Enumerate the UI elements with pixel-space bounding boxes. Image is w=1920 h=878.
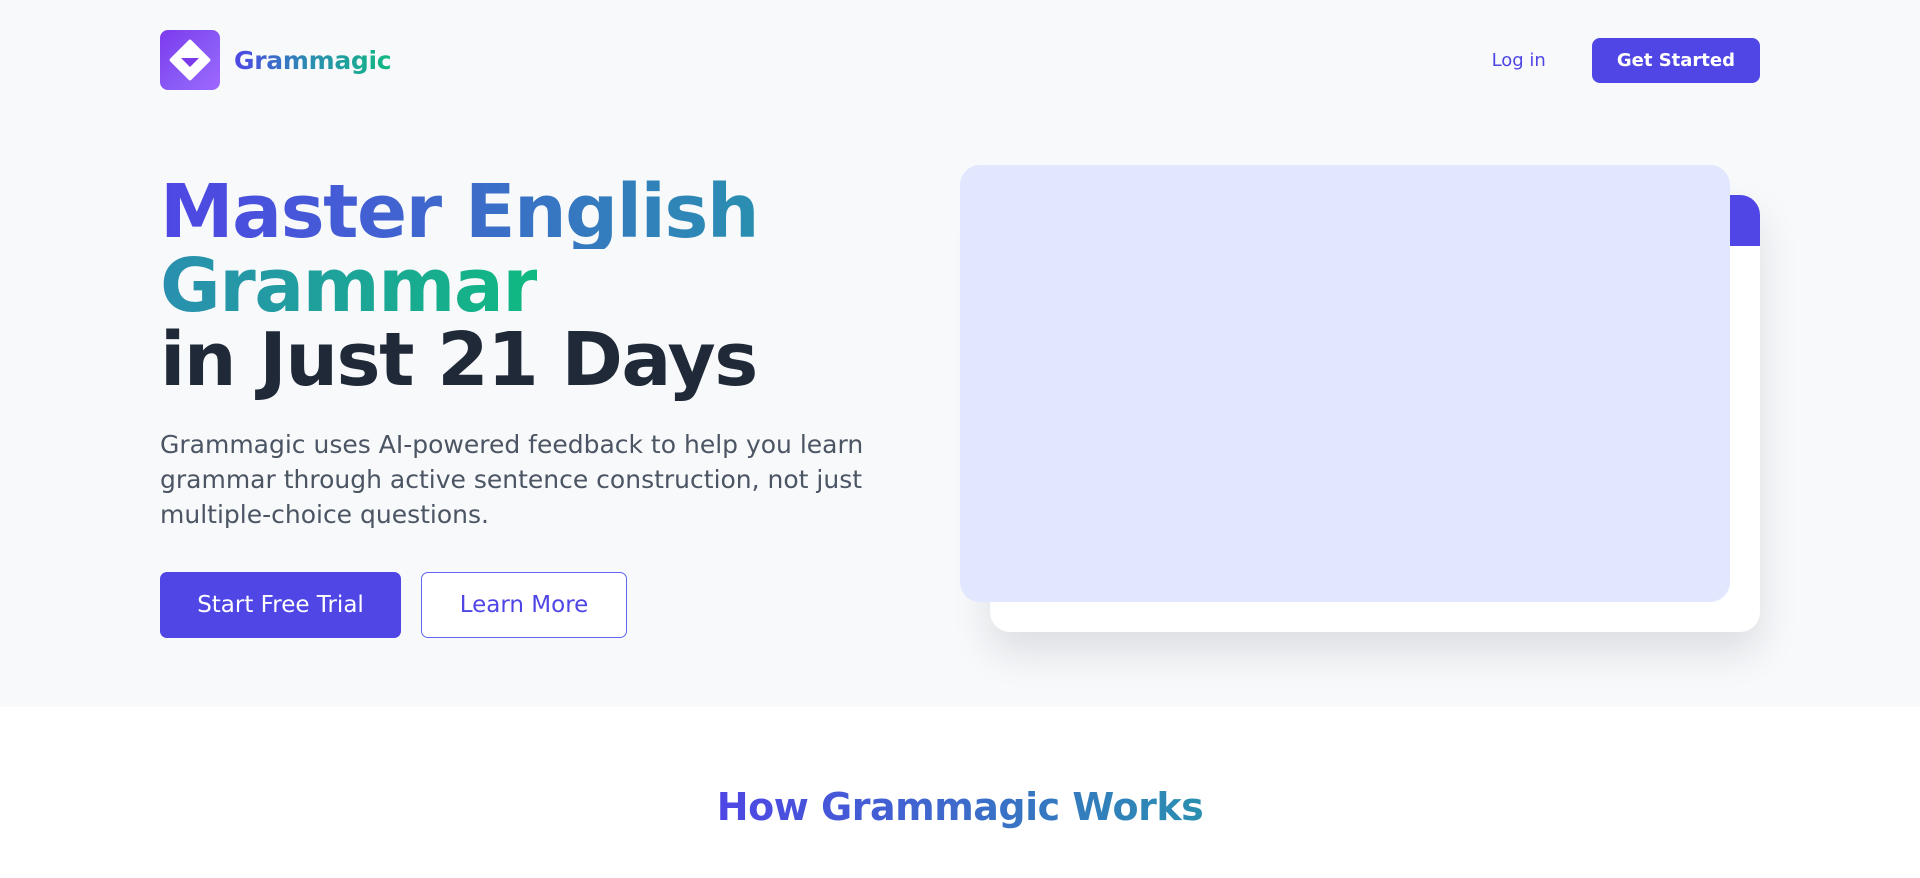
brand-name: Grammagic <box>234 45 392 75</box>
learn-more-button[interactable]: Learn More <box>421 572 627 638</box>
brand[interactable]: Grammagic <box>160 30 392 90</box>
how-it-works-section: How Grammagic Works <box>0 707 1920 878</box>
logo-triangle-shape <box>181 58 199 67</box>
diamond-logo-icon <box>160 30 220 90</box>
headline-line-1: Master English <box>160 169 760 255</box>
headline-line-3: in Just 21 Days <box>160 317 758 403</box>
start-free-trial-button[interactable]: Start Free Trial <box>160 572 401 638</box>
landing-page: Grammagic Log in Get Started Master Engl… <box>0 0 1920 878</box>
hero-content: Master English Grammar in Just 21 Days G… <box>160 175 900 638</box>
section-title-text: How Grammagic Works <box>716 785 1204 829</box>
hero-subtitle: Grammagic uses AI-powered feedback to he… <box>160 430 864 529</box>
site-header: Grammagic Log in Get Started <box>160 30 1760 90</box>
section-title: How Grammagic Works <box>0 785 1920 829</box>
hero-mockup-image-placeholder <box>960 165 1730 602</box>
get-started-button[interactable]: Get Started <box>1591 37 1760 83</box>
login-link[interactable]: Log in <box>1492 50 1546 71</box>
top-nav: Log in Get Started <box>1492 37 1760 83</box>
cta-row: Start Free Trial Learn More <box>160 572 900 638</box>
hero-headline: Master English Grammar in Just 21 Days <box>160 175 900 397</box>
headline-line-2: Grammar <box>160 243 539 329</box>
